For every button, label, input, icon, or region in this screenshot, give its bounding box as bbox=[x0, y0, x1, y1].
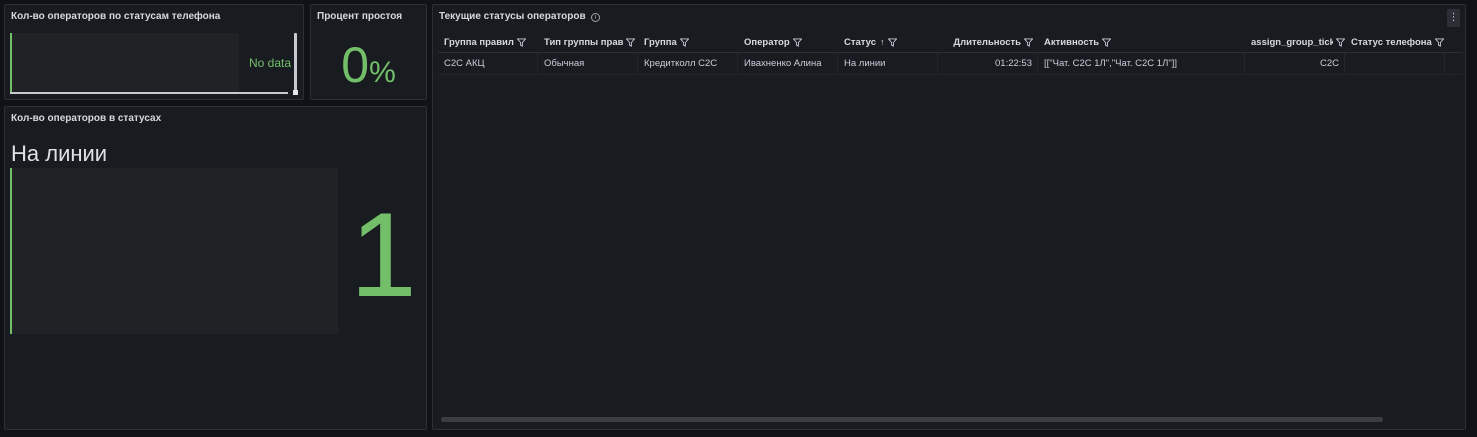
sort-ascending-icon[interactable]: ↑ bbox=[880, 37, 885, 47]
table-row[interactable]: C2C АКЦ Обычная Кредитколл C2C Ивахненко Ал… bbox=[438, 53, 1463, 75]
filter-icon[interactable] bbox=[679, 37, 690, 47]
table-cell: На линии bbox=[838, 53, 938, 74]
vertical-scrollbar[interactable] bbox=[294, 33, 297, 91]
operators-in-status-panel: Кол-во операторов в статусах На линии 1 bbox=[4, 106, 427, 430]
column-header-label: Статус телефона bbox=[1351, 36, 1432, 48]
column-header[interactable]: Активность bbox=[1038, 32, 1245, 52]
panel-title[interactable]: Процент простоя bbox=[317, 11, 402, 22]
panel-title[interactable]: Текущие статусы операторов bbox=[439, 11, 586, 22]
filter-icon[interactable] bbox=[1101, 37, 1112, 47]
column-header-label: Статус bbox=[844, 36, 877, 48]
table-cell bbox=[1345, 53, 1445, 74]
idle-percent-panel: Процент простоя 0% bbox=[310, 4, 427, 100]
column-header[interactable]: Группа bbox=[638, 32, 738, 52]
column-header[interactable]: Длительность bbox=[938, 32, 1038, 52]
stat-number: 0 bbox=[341, 37, 370, 93]
horizontal-scrollbar[interactable] bbox=[441, 417, 1383, 422]
panel-title[interactable]: Кол-во операторов в статусах bbox=[11, 113, 161, 124]
table-cell: C2C АКЦ bbox=[438, 53, 538, 74]
sparkline-area bbox=[10, 168, 338, 334]
column-header-label: Оператор bbox=[744, 36, 790, 48]
stat-value: 0% bbox=[311, 35, 426, 103]
stat-unit: % bbox=[369, 56, 396, 89]
filter-icon[interactable] bbox=[792, 37, 803, 47]
column-header[interactable]: Тип группы прав bbox=[538, 32, 638, 52]
table-cell: C2C bbox=[1245, 53, 1345, 74]
column-header-label: Группа bbox=[644, 36, 677, 48]
filter-icon[interactable] bbox=[625, 37, 637, 47]
column-header-label: assign_group_ticket bbox=[1251, 36, 1333, 48]
table-header: Группа правил Тип группы прав Группа Операт… bbox=[438, 32, 1463, 53]
filter-icon[interactable] bbox=[516, 37, 527, 47]
column-header-label: Активность bbox=[1044, 36, 1100, 48]
column-header-label: Длительность bbox=[953, 36, 1021, 48]
panel-title[interactable]: Кол-во операторов по статусам телефона bbox=[11, 11, 220, 22]
table-cell: [["Чат. C2C 1Л","Чат. C2C 1Л"]] bbox=[1038, 53, 1245, 74]
no-data-label: No data bbox=[249, 56, 292, 70]
table-cell: Ивахненко Алина bbox=[738, 53, 838, 74]
status-name: На линии bbox=[11, 141, 108, 166]
current-statuses-panel: Текущие статусы операторов i ⋮ Группа пр… bbox=[432, 4, 1466, 430]
column-header-label: Тип группы прав bbox=[544, 36, 624, 48]
table-cell: Обычная bbox=[538, 53, 638, 74]
status-count: 1 bbox=[350, 188, 417, 322]
column-header[interactable]: Статус ↑ bbox=[838, 32, 938, 52]
filter-icon[interactable] bbox=[886, 37, 898, 47]
table-cell: Кредитколл C2C bbox=[638, 53, 738, 74]
table-cell: 01:22:53 bbox=[938, 53, 1038, 74]
filter-icon[interactable] bbox=[1023, 37, 1034, 47]
filter-icon[interactable] bbox=[1434, 37, 1445, 47]
kebab-menu-icon[interactable]: ⋮ bbox=[1447, 9, 1460, 27]
column-header[interactable]: Статус телефона bbox=[1345, 32, 1445, 52]
phone-status-count-panel: Кол-во операторов по статусам телефона N… bbox=[4, 4, 304, 100]
chart-area bbox=[10, 33, 239, 93]
info-icon[interactable]: i bbox=[591, 13, 600, 22]
filter-icon[interactable] bbox=[1335, 37, 1345, 47]
horizontal-scrollbar[interactable] bbox=[10, 92, 288, 94]
column-header[interactable]: assign_group_ticket bbox=[1245, 32, 1345, 52]
column-header[interactable]: Оператор bbox=[738, 32, 838, 52]
resize-handle[interactable] bbox=[293, 90, 298, 95]
column-header-label: Группа правил bbox=[444, 36, 514, 48]
column-header[interactable]: Группа правил bbox=[438, 32, 538, 52]
